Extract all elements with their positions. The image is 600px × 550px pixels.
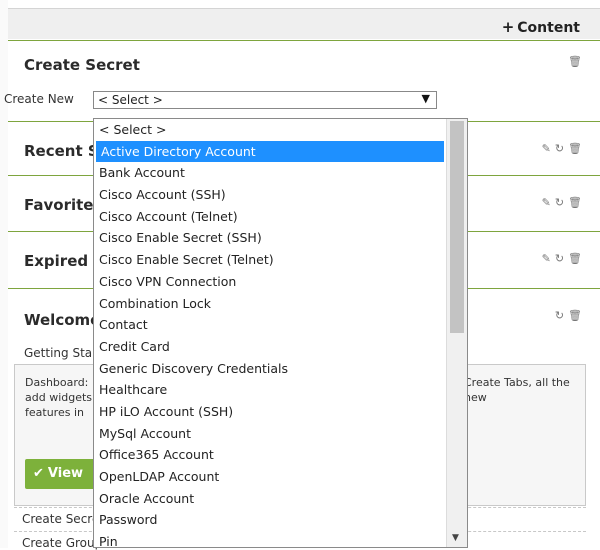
add-content-label: Content — [517, 20, 580, 36]
recent-secrets-actions: ✎↻🗑 — [542, 142, 586, 155]
dashboard-text-right: Create Tabs, all the new — [464, 376, 570, 404]
dropdown-option[interactable]: Cisco VPN Connection — [94, 271, 446, 293]
dropdown-option[interactable]: Combination Lock — [94, 293, 446, 315]
trash-icon[interactable]: 🗑 — [568, 309, 586, 322]
dropdown-arrow-icon[interactable]: ▼ — [422, 92, 430, 105]
dropdown-option[interactable]: Cisco Account (SSH) — [94, 184, 446, 206]
dropdown-option[interactable]: Bank Account — [94, 162, 446, 184]
dropdown-options: < Select > Active Directory Account Bank A… — [94, 119, 446, 547]
content-toolbar: + Content — [8, 8, 600, 39]
view-button-label: View — [47, 466, 84, 481]
dropdown-option[interactable]: Cisco Enable Secret (SSH) — [94, 227, 446, 249]
dropdown-option[interactable]: Contact — [94, 314, 446, 336]
edit-icon[interactable]: ✎ — [542, 196, 555, 209]
create-secret-actions: 🗑 — [568, 55, 586, 68]
edit-icon[interactable]: ✎ — [542, 252, 555, 265]
welcome-actions: ↻🗑 — [555, 309, 586, 322]
refresh-icon[interactable]: ↻ — [555, 252, 568, 265]
dropdown-option[interactable]: HP iLO Account (SSH) — [94, 401, 446, 423]
trash-icon[interactable]: 🗑 — [568, 55, 586, 68]
create-new-label: Create New — [4, 92, 74, 106]
dropdown-option[interactable]: < Select > — [94, 119, 446, 141]
dropdown-option[interactable]: Office365 Account — [94, 444, 446, 466]
secret-template-dropdown[interactable]: < Select > Active Directory Account Bank A… — [93, 118, 468, 548]
trash-icon[interactable]: 🗑 — [568, 252, 586, 265]
add-content-button[interactable]: + Content — [502, 18, 580, 36]
dropdown-scrollbar[interactable]: ▼ — [446, 119, 467, 547]
dropdown-option[interactable]: Cisco Enable Secret (Telnet) — [94, 249, 446, 271]
dropdown-option[interactable]: Credit Card — [94, 336, 446, 358]
window-left-edge — [0, 0, 8, 548]
trash-icon[interactable]: 🗑 — [568, 196, 586, 209]
plus-icon: + — [501, 18, 515, 36]
refresh-icon[interactable]: ↻ — [555, 196, 568, 209]
create-secret-title: Create Secret — [24, 56, 140, 74]
checkmark-icon: ✔ — [33, 466, 44, 481]
dropdown-option[interactable]: Cisco Account (Telnet) — [94, 206, 446, 228]
dropdown-option[interactable]: Password — [94, 509, 446, 531]
scroll-down-icon[interactable]: ▼ — [452, 533, 459, 543]
dropdown-option[interactable]: Pin — [94, 531, 446, 547]
dropdown-option[interactable]: Healthcare — [94, 379, 446, 401]
dropdown-option[interactable]: Active Directory Account — [96, 140, 444, 163]
select-value: < Select > — [98, 93, 163, 107]
view-button[interactable]: ✔ View — [25, 459, 101, 489]
trash-icon[interactable]: 🗑 — [568, 142, 586, 155]
expired-secrets-actions: ✎↻🗑 — [542, 252, 586, 265]
refresh-icon[interactable]: ↻ — [555, 309, 568, 322]
create-secret-link[interactable]: Create Secret — [22, 512, 104, 526]
dropdown-option[interactable]: Generic Discovery Credentials — [94, 358, 446, 380]
window-top-edge — [0, 0, 600, 8]
dropdown-option[interactable]: Oracle Account — [94, 488, 446, 510]
welcome-title: Welcome — [24, 311, 101, 329]
scrollbar-thumb[interactable] — [450, 121, 464, 333]
dashboard-text: Dashboard: add widgets features in — [25, 376, 93, 419]
secret-template-select[interactable]: < Select > ▼ — [93, 91, 437, 109]
edit-icon[interactable]: ✎ — [542, 142, 555, 155]
dropdown-option[interactable]: OpenLDAP Account — [94, 466, 446, 488]
favorite-secrets-actions: ✎↻🗑 — [542, 196, 586, 209]
refresh-icon[interactable]: ↻ — [555, 142, 568, 155]
dropdown-option[interactable]: MySql Account — [94, 423, 446, 445]
